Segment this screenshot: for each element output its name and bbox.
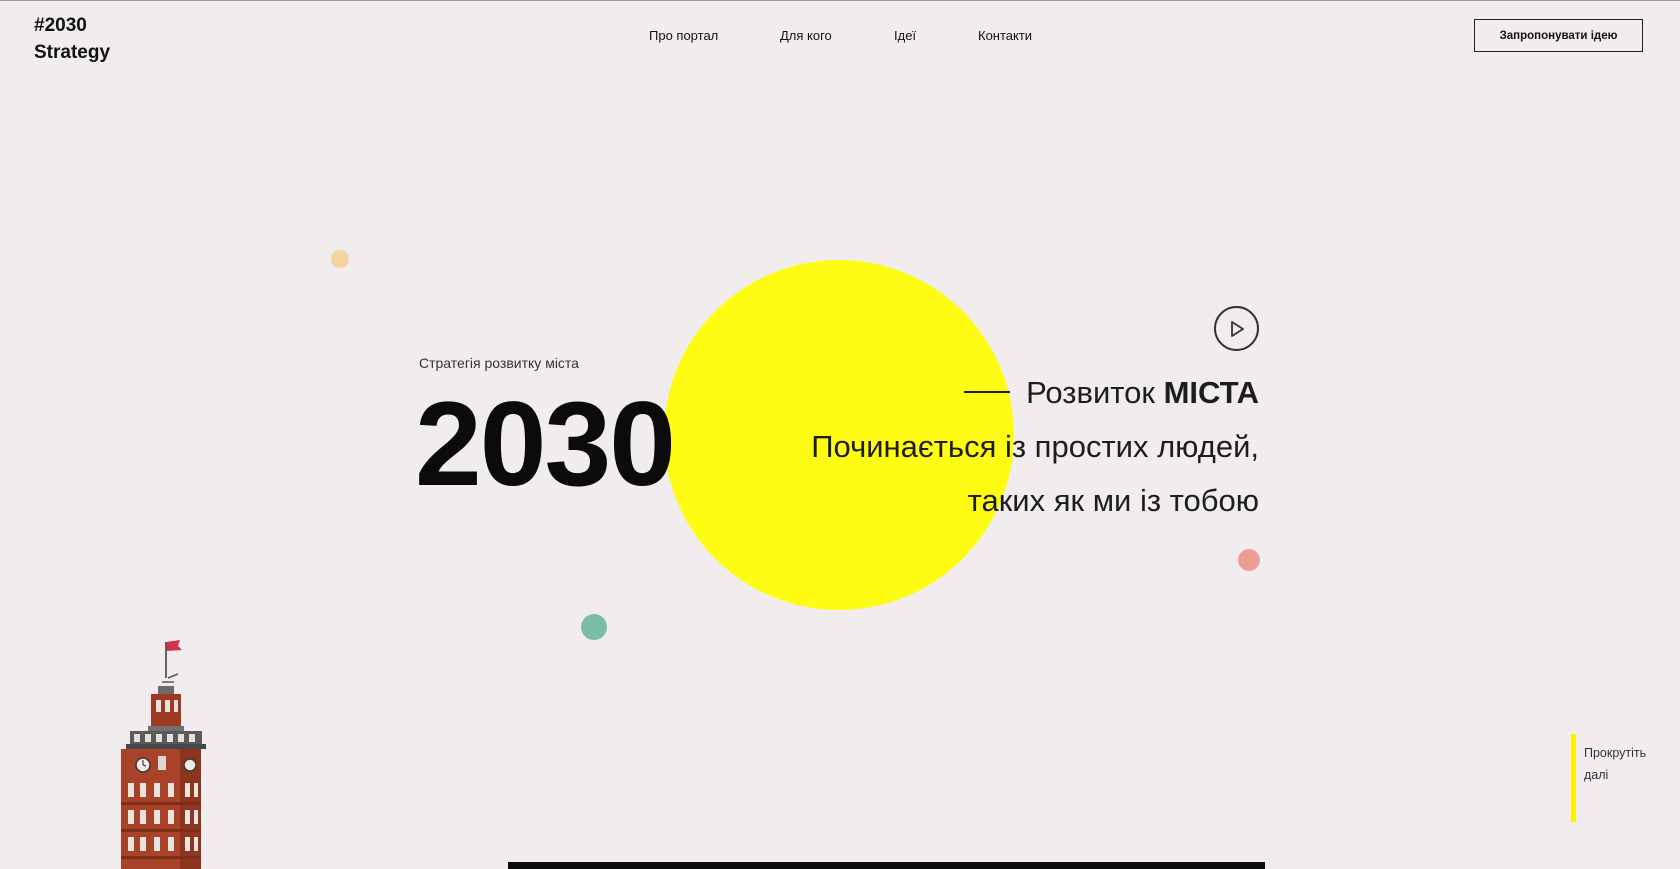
play-video-button[interactable] — [1214, 306, 1259, 351]
scroll-indicator-bar — [1571, 734, 1576, 822]
play-icon — [1230, 320, 1244, 337]
next-section-edge — [508, 862, 1265, 869]
nav-item-about[interactable]: Про портал — [649, 28, 718, 43]
nav-item-ideas[interactable]: Ідеї — [894, 28, 916, 43]
tagline-light-part: Розвиток — [1026, 375, 1164, 410]
suggest-idea-button[interactable]: Запропонувати ідею — [1474, 19, 1643, 52]
nav-item-contacts[interactable]: Контакти — [978, 28, 1032, 43]
decorative-green-dot — [581, 614, 607, 640]
tagline-line-1: Розвиток МІСТА — [619, 375, 1259, 411]
main-navigation: Про портал Для кого Ідеї Контакти — [0, 28, 1680, 48]
town-hall-tower-image — [121, 640, 206, 869]
nav-item-audience[interactable]: Для кого — [780, 28, 832, 43]
decorative-peach-dot — [331, 250, 349, 268]
hero-subtitle: Стратегія розвитку міста — [419, 355, 579, 371]
scroll-hint-line-2: далі — [1584, 768, 1609, 782]
top-border-line — [0, 0, 1680, 1]
scroll-hint-line-1: Прокрутіть — [1584, 746, 1647, 760]
tagline-line-2: Починається із простих людей, — [811, 429, 1259, 464]
tagline-bold-part: МІСТА — [1163, 375, 1259, 410]
tagline-dash — [964, 390, 1011, 393]
tagline-line-3: таких як ми із тобою — [967, 483, 1259, 518]
decorative-pink-dot — [1238, 549, 1260, 571]
scroll-down-hint[interactable]: Прокрутіть далі — [1584, 742, 1646, 786]
